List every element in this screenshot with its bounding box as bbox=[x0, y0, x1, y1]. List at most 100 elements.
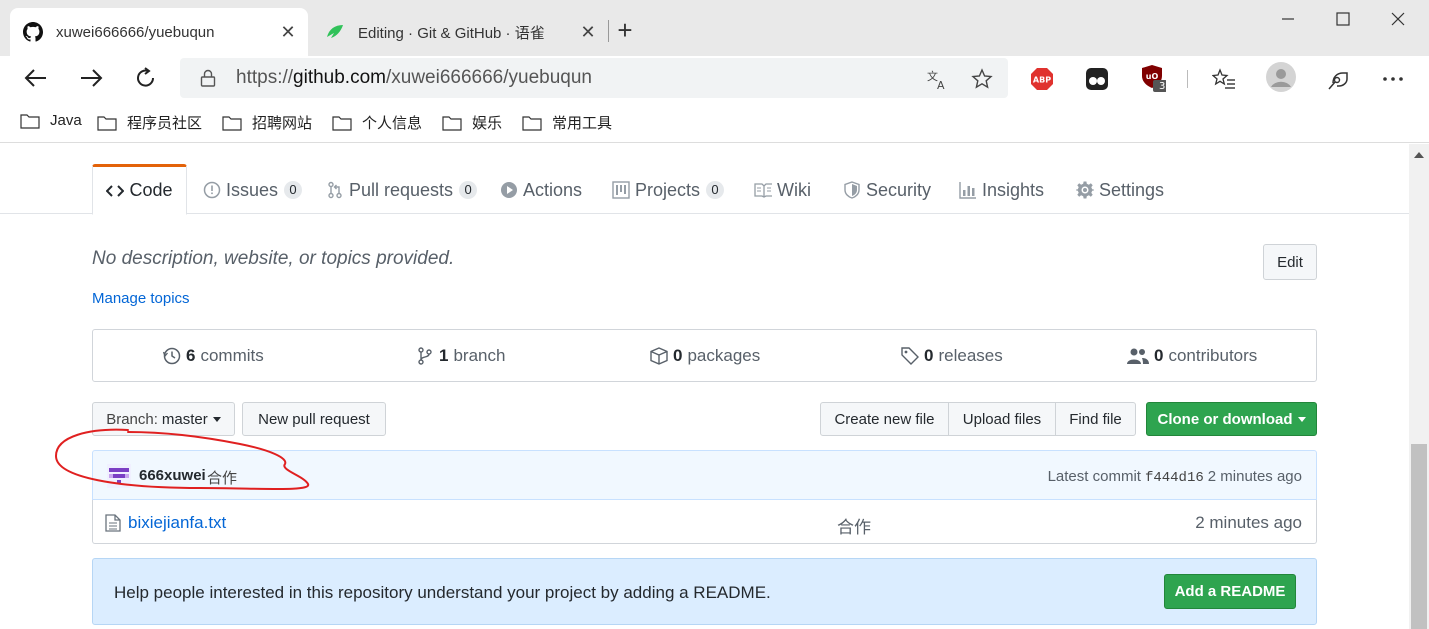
adblock-plus-icon[interactable]: ABP bbox=[1029, 66, 1055, 92]
tab-wiki[interactable]: Wiki bbox=[754, 166, 811, 214]
favorites-list-icon[interactable] bbox=[1211, 66, 1237, 92]
issue-icon bbox=[203, 181, 221, 199]
new-tab-button[interactable]: + bbox=[612, 17, 638, 44]
repo-summary: 6 commits 1 branch 0 packages 0 releases 0 co… bbox=[92, 329, 1317, 382]
file-age: 2 minutes ago bbox=[1195, 513, 1302, 532]
page-scrollbar[interactable] bbox=[1409, 144, 1429, 629]
packages-link[interactable]: 0 packages bbox=[650, 346, 760, 366]
identicon-avatar[interactable] bbox=[107, 464, 131, 488]
address-bar[interactable]: https://github.com/xuwei666666/yuebuqun … bbox=[180, 58, 1008, 98]
commits-link[interactable]: 6 commits bbox=[163, 346, 264, 366]
maximize-button[interactable] bbox=[1320, 6, 1366, 32]
projects-counter: 0 bbox=[706, 181, 725, 199]
tampermonkey-icon[interactable] bbox=[1084, 66, 1110, 92]
commit-sha-link[interactable]: f444d16 bbox=[1145, 470, 1204, 486]
latest-commit-bar: 666xuwei 合作 Latest commit f444d16 2 minute… bbox=[92, 450, 1317, 500]
repo-nav: Code Issues 0 Pull requests 0 Actions Pr… bbox=[0, 144, 1409, 215]
folder-icon bbox=[222, 115, 242, 131]
add-readme-button[interactable]: Add a README bbox=[1164, 574, 1296, 609]
bookmark-folder-dev-community[interactable]: 程序员社区 bbox=[97, 112, 202, 133]
tab-title: xuwei666666/yuebuqun bbox=[56, 23, 215, 41]
refresh-icon bbox=[137, 67, 155, 87]
svg-text:uO: uO bbox=[1146, 72, 1159, 81]
bookmark-folder-personal[interactable]: 个人信息 bbox=[332, 112, 422, 133]
scrollbar-thumb[interactable] bbox=[1411, 444, 1427, 629]
releases-link[interactable]: 0 releases bbox=[901, 346, 1003, 366]
tab-issues[interactable]: Issues 0 bbox=[203, 166, 303, 214]
back-button[interactable] bbox=[20, 62, 52, 94]
upload-files-button[interactable]: Upload files bbox=[948, 402, 1056, 436]
caret-down-icon bbox=[212, 416, 221, 422]
browser-tabstrip: xuwei666666/yuebuqun ✕ Editing · Git & G… bbox=[0, 0, 1429, 56]
ublock-badge: 3 bbox=[1159, 81, 1166, 92]
history-icon bbox=[163, 347, 181, 365]
tag-icon bbox=[901, 347, 919, 365]
commit-author-link[interactable]: 666xuwei bbox=[139, 467, 206, 484]
file-name-link[interactable]: bixiejianfa.txt bbox=[128, 513, 226, 533]
readme-prompt-banner: Help people interested in this repositor… bbox=[92, 558, 1317, 625]
branch-link[interactable]: 1 branch bbox=[416, 346, 505, 366]
tab-pull-requests[interactable]: Pull requests 0 bbox=[326, 166, 478, 214]
create-new-file-button[interactable]: Create new file bbox=[820, 402, 949, 436]
tab-github[interactable]: xuwei666666/yuebuqun ✕ bbox=[10, 8, 308, 56]
bookmark-folder-tools[interactable]: 常用工具 bbox=[522, 112, 612, 133]
minimize-button[interactable] bbox=[1265, 6, 1311, 32]
bookmark-folder-entertainment[interactable]: 娱乐 bbox=[442, 112, 502, 133]
shield-icon bbox=[843, 181, 861, 199]
file-commit-message-link[interactable]: 合作 bbox=[837, 513, 871, 538]
manage-topics-link[interactable]: Manage topics bbox=[92, 290, 190, 307]
latest-commit-info: Latest commit f444d16 2 minutes ago bbox=[1047, 468, 1302, 486]
ublock-origin-icon[interactable]: uO 3 bbox=[1140, 65, 1166, 92]
scroll-up-arrow-icon[interactable] bbox=[1414, 152, 1424, 158]
readme-prompt-text: Help people interested in this repositor… bbox=[114, 583, 771, 602]
commit-message-link[interactable]: 合作 bbox=[207, 467, 237, 488]
yuque-icon bbox=[324, 21, 346, 43]
play-icon bbox=[500, 181, 518, 199]
profile-avatar-icon[interactable] bbox=[1266, 62, 1296, 92]
tab-title: Editing · Git & GitHub · 语雀 bbox=[358, 24, 545, 42]
tab-actions[interactable]: Actions bbox=[500, 166, 582, 214]
browser-toolbar: https://github.com/xuwei666666/yuebuqun … bbox=[0, 56, 1429, 100]
project-icon bbox=[612, 181, 630, 199]
tab-security[interactable]: Security bbox=[843, 166, 931, 214]
branch-icon bbox=[416, 347, 434, 365]
tab-code[interactable]: Code bbox=[92, 164, 187, 215]
more-menu-icon[interactable] bbox=[1380, 66, 1406, 92]
pull-request-icon bbox=[326, 181, 344, 199]
translate-icon[interactable]: 文A bbox=[925, 67, 949, 91]
address-url[interactable]: https://github.com/xuwei666666/yuebuqun bbox=[236, 67, 592, 89]
folder-icon bbox=[332, 115, 352, 131]
tab-yuque[interactable]: Editing · Git & GitHub · 语雀 ✕ bbox=[312, 8, 608, 56]
book-icon bbox=[754, 181, 772, 199]
tab-divider bbox=[608, 20, 609, 42]
bookmarks-bar: Java 程序员社区 招聘网站 个人信息 娱乐 常用工具 bbox=[0, 100, 1429, 143]
bookmark-folder-java[interactable]: Java bbox=[20, 112, 82, 129]
window-close-button[interactable] bbox=[1375, 6, 1421, 32]
clone-or-download-button[interactable]: Clone or download bbox=[1146, 402, 1317, 436]
package-icon bbox=[650, 347, 668, 365]
file-row[interactable]: bixiejianfa.txt 合作 2 minutes ago bbox=[92, 500, 1317, 544]
repo-description: No description, website, or topics provi… bbox=[92, 248, 455, 269]
bookmark-folder-jobs[interactable]: 招聘网站 bbox=[222, 112, 312, 133]
contributors-link[interactable]: 0 contributors bbox=[1127, 346, 1257, 366]
new-pull-request-button[interactable]: New pull request bbox=[242, 402, 386, 436]
refresh-button[interactable] bbox=[130, 62, 162, 94]
branch-select-button[interactable]: Branch: master bbox=[92, 402, 235, 436]
lock-icon[interactable] bbox=[200, 69, 216, 92]
folder-icon bbox=[442, 115, 462, 131]
forward-button[interactable] bbox=[75, 62, 107, 94]
close-icon[interactable]: ✕ bbox=[276, 20, 300, 44]
toolbar-divider bbox=[1187, 70, 1188, 88]
tab-projects[interactable]: Projects 0 bbox=[612, 166, 725, 214]
find-file-button[interactable]: Find file bbox=[1055, 402, 1136, 436]
tab-insights[interactable]: Insights bbox=[959, 166, 1044, 214]
edit-description-button[interactable]: Edit bbox=[1263, 244, 1317, 280]
file-icon bbox=[105, 514, 121, 532]
favorite-star-icon[interactable] bbox=[970, 67, 994, 91]
folder-icon bbox=[97, 115, 117, 131]
tab-settings[interactable]: Settings bbox=[1076, 166, 1164, 214]
issues-counter: 0 bbox=[284, 181, 303, 199]
close-icon[interactable]: ✕ bbox=[576, 20, 600, 44]
minimize-icon bbox=[1282, 18, 1294, 20]
feedback-icon[interactable] bbox=[1326, 66, 1352, 92]
